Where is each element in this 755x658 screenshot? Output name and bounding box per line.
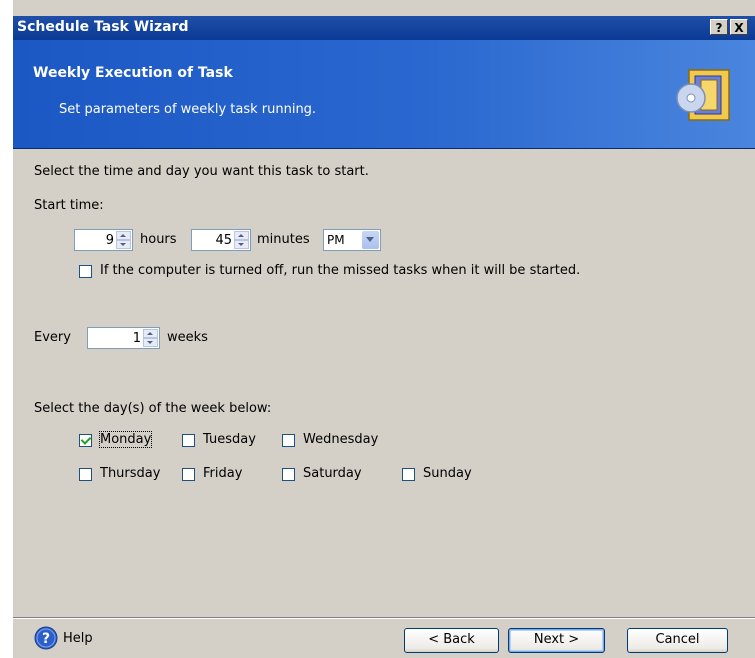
minutes-label: minutes xyxy=(257,232,310,247)
title-bar[interactable]: Schedule Task Wizard ? X xyxy=(13,16,755,40)
cancel-button[interactable]: Cancel xyxy=(627,628,728,653)
monday-label[interactable]: Monday xyxy=(98,431,153,448)
hours-up-arrow-icon[interactable] xyxy=(116,231,131,240)
hours-label: hours xyxy=(140,232,177,247)
schedule-door-icon xyxy=(676,69,730,121)
minutes-spinner[interactable]: 45 xyxy=(191,229,251,251)
start-time-label: Start time: xyxy=(34,198,104,213)
next-button[interactable]: Next > xyxy=(508,628,605,653)
hours-spinner[interactable]: 9 xyxy=(74,229,133,251)
sunday-checkbox[interactable] xyxy=(402,468,415,481)
thursday-label[interactable]: Thursday xyxy=(100,466,160,481)
window-title: Schedule Task Wizard xyxy=(17,19,189,35)
header-subtitle: Set parameters of weekly task running. xyxy=(59,102,317,117)
missed-tasks-label: If the computer is turned off, run the m… xyxy=(100,263,581,278)
wednesday-checkbox[interactable] xyxy=(282,434,295,447)
missed-tasks-checkbox[interactable] xyxy=(79,265,92,278)
days-instruction: Select the day(s) of the week below: xyxy=(34,401,272,416)
thursday-checkbox[interactable] xyxy=(79,468,92,481)
friday-checkbox[interactable] xyxy=(182,468,195,481)
wizard-header: Weekly Execution of Task Set parameters … xyxy=(13,40,755,149)
ampm-value: PM xyxy=(327,233,345,247)
footer-separator xyxy=(13,617,755,619)
saturday-checkbox[interactable] xyxy=(282,468,295,481)
sunday-label[interactable]: Sunday xyxy=(423,466,472,481)
time-day-instruction: Select the time and day you want this ta… xyxy=(34,164,369,179)
friday-label[interactable]: Friday xyxy=(203,466,242,481)
tuesday-checkbox[interactable] xyxy=(182,434,195,447)
back-button[interactable]: < Back xyxy=(404,628,499,653)
help-title-button[interactable]: ? xyxy=(710,19,728,35)
weeks-up-arrow-icon[interactable] xyxy=(143,329,158,338)
chevron-down-icon[interactable] xyxy=(362,231,379,249)
weeks-down-arrow-icon[interactable] xyxy=(143,338,158,347)
monday-checkbox[interactable] xyxy=(79,434,92,447)
svg-text:?: ? xyxy=(42,631,50,647)
weeks-label: weeks xyxy=(167,330,208,345)
hours-value: 9 xyxy=(105,233,114,248)
saturday-label[interactable]: Saturday xyxy=(303,466,362,481)
help-link[interactable]: Help xyxy=(63,631,93,646)
schedule-task-wizard-window: Schedule Task Wizard ? X Weekly Executio… xyxy=(13,0,755,658)
every-value: 1 xyxy=(132,331,141,346)
every-label: Every xyxy=(34,330,71,345)
minutes-value: 45 xyxy=(215,233,232,248)
close-button[interactable]: X xyxy=(730,19,748,35)
wednesday-label[interactable]: Wednesday xyxy=(303,432,378,447)
ampm-select[interactable]: PM xyxy=(323,229,381,251)
hours-down-arrow-icon[interactable] xyxy=(116,240,131,249)
tuesday-label[interactable]: Tuesday xyxy=(203,432,256,447)
header-title: Weekly Execution of Task xyxy=(33,65,233,81)
minutes-down-arrow-icon[interactable] xyxy=(234,240,249,249)
help-icon[interactable]: ? xyxy=(34,626,58,650)
minutes-up-arrow-icon[interactable] xyxy=(234,231,249,240)
every-weeks-spinner[interactable]: 1 xyxy=(87,327,160,349)
